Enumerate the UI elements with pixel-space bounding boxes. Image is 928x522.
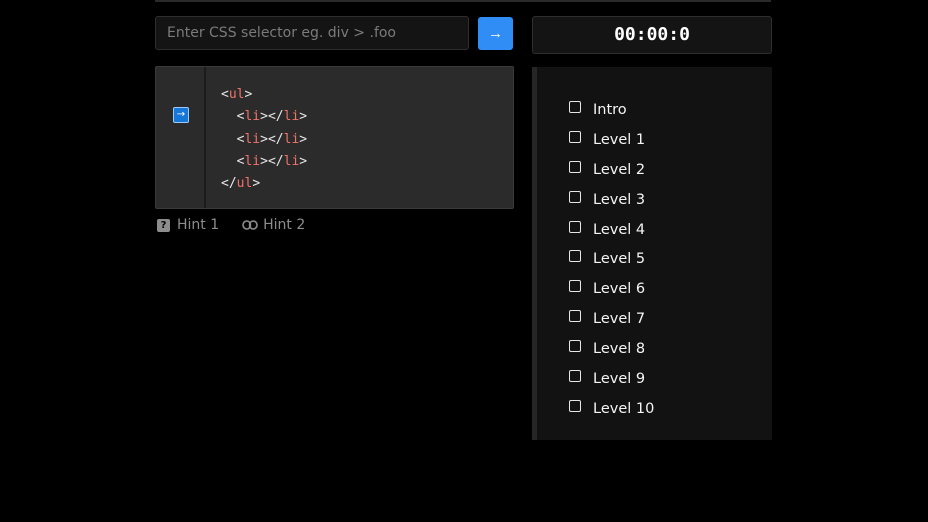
code-panel: → <ul> <li></li> <li></li> <li></li> </u… [155,66,514,209]
level-label: Level 4 [593,221,646,238]
question-mark-icon: ? [157,218,170,232]
level-label: Level 5 [593,251,646,268]
level-item-6[interactable]: Level 6 [569,274,654,304]
arrow-right-icon: → [488,25,503,42]
level-item-3[interactable]: Level 3 [569,185,654,215]
level-item-10[interactable]: Level 10 [569,394,654,424]
css-selector-input[interactable] [155,16,469,50]
link-icon [242,220,258,230]
level-item-2[interactable]: Level 2 [569,155,654,185]
level-item-1[interactable]: Level 1 [569,125,654,155]
tag-name: ul [228,87,245,102]
level-label: Intro [593,101,627,118]
levels-list: Intro Level 1 Level 2 Level 3 Level 4 Le… [569,95,654,424]
current-line-marker-icon: → [173,107,189,123]
checkbox-icon[interactable] [569,160,581,173]
level-item-5[interactable]: Level 5 [569,244,654,274]
checkbox-icon[interactable] [569,220,581,233]
tag-name: li [283,109,300,125]
tag-name: li [283,153,300,169]
checkbox-icon[interactable] [569,280,581,293]
code-line: </ul> [221,176,261,192]
hints-bar: ? Hint 1 Hint 2 [157,217,305,233]
code-line: <li></li> [236,109,308,125]
top-divider [155,0,771,2]
tag-name: li [244,131,261,147]
tag-name: li [244,109,261,125]
hint-2-label: Hint 2 [263,217,306,233]
level-label: Level 1 [593,131,646,148]
checkbox-icon[interactable] [569,340,581,353]
checkbox-icon[interactable] [569,369,581,382]
checkbox-icon[interactable] [569,130,581,143]
levels-panel: Intro Level 1 Level 2 Level 3 Level 4 Le… [532,67,772,440]
level-label: Level 8 [593,341,646,358]
code-gutter: → [156,67,206,208]
html-code: <ul> <li></li> <li></li> <li></li> </ul> [206,67,307,208]
checkbox-icon[interactable] [569,190,581,203]
tag-name: li [283,131,300,147]
level-item-8[interactable]: Level 8 [569,334,654,364]
code-line: <li></li> [236,131,308,147]
level-label: Level 7 [593,311,646,328]
level-item-9[interactable]: Level 9 [569,364,654,394]
level-item-intro[interactable]: Intro [569,95,654,125]
timer-display: 00:00:0 [532,16,772,54]
submit-selector-button[interactable]: → [478,17,513,50]
code-line: <li></li> [236,153,308,169]
checkbox-icon[interactable] [569,310,581,323]
tag-name: li [244,153,261,169]
checkbox-icon[interactable] [569,399,581,412]
level-label: Level 10 [593,400,655,417]
level-label: Level 3 [593,191,646,208]
level-label: Level 9 [593,370,646,387]
checkbox-icon[interactable] [569,250,581,263]
checkbox-icon[interactable] [569,100,581,113]
level-item-4[interactable]: Level 4 [569,215,654,245]
hint-1-label: Hint 1 [177,217,220,233]
tag-name: ul [236,176,253,192]
hint-1-button[interactable]: ? Hint 1 [157,217,219,233]
code-line: <ul> [221,87,253,102]
level-item-7[interactable]: Level 7 [569,304,654,334]
level-label: Level 2 [593,161,646,178]
hint-2-link[interactable]: Hint 2 [242,217,305,233]
level-label: Level 6 [593,281,646,298]
